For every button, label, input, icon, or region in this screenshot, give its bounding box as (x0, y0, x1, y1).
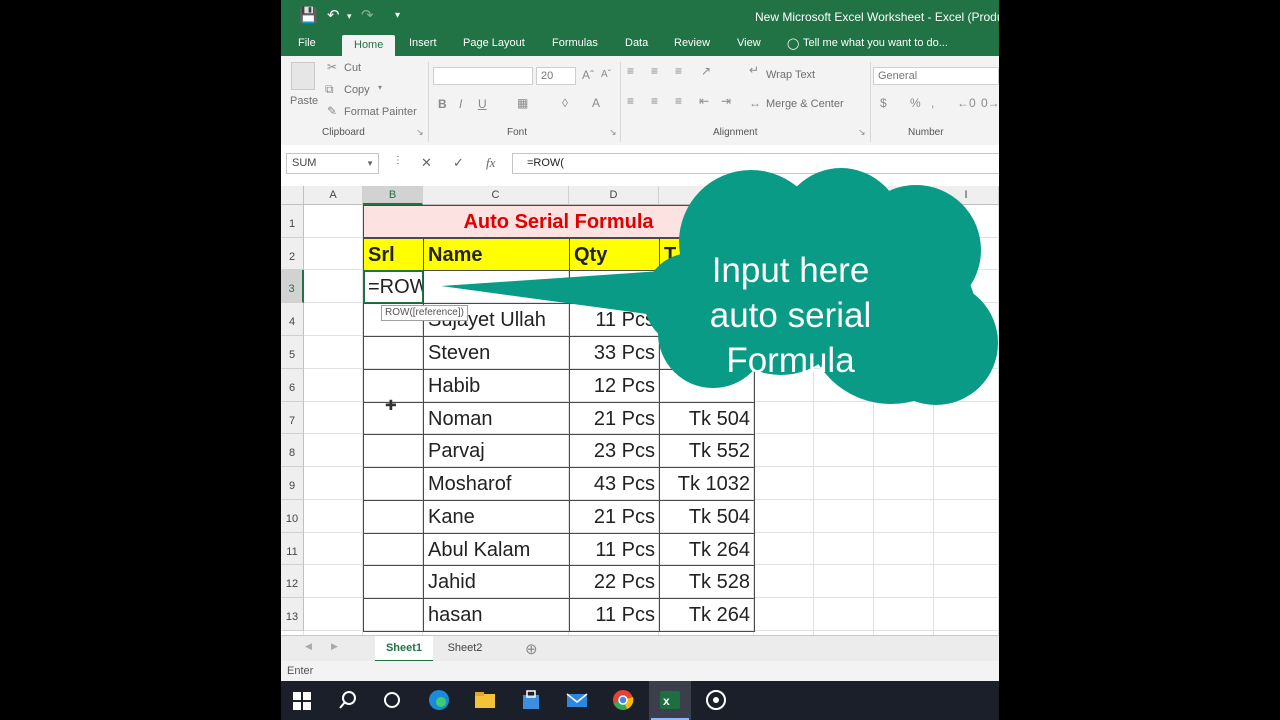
status-bar: Enter (281, 661, 999, 681)
callout-line-1: Input here (711, 251, 870, 290)
task-view-icon[interactable] (381, 689, 403, 711)
sheet-tab-sheet2[interactable]: Sheet2 (437, 636, 493, 660)
windows-taskbar: x (281, 681, 999, 720)
scroll-left-icon[interactable]: ◀ (305, 641, 312, 652)
sheet-tab-sheet1[interactable]: Sheet1 (375, 636, 433, 662)
callout-line-3: Formula (726, 341, 855, 380)
callout-line-2: auto serial (709, 296, 872, 335)
file-explorer-icon[interactable] (474, 689, 496, 711)
excel-app-icon[interactable]: x (659, 689, 681, 711)
store-icon[interactable] (520, 689, 542, 711)
excel-window: 💾 ↶ ▾ ↷ ▾ New Microsoft Excel Worksheet … (281, 0, 999, 720)
svg-text:x: x (663, 694, 670, 708)
callout-text: Input here auto serial Formula (673, 248, 908, 383)
edge-browser-icon[interactable] (428, 689, 450, 711)
search-icon[interactable] (337, 689, 359, 711)
obs-icon[interactable] (705, 689, 727, 711)
mail-icon[interactable] (566, 689, 588, 711)
scroll-right-icon[interactable]: ▶ (331, 641, 338, 652)
windows-start-icon[interactable] (293, 692, 311, 710)
sheet-tabs-bar: ◀ ▶ Sheet1 Sheet2 ⊕ (281, 635, 999, 662)
chrome-icon[interactable] (612, 689, 634, 711)
add-sheet-icon[interactable]: ⊕ (525, 640, 538, 658)
